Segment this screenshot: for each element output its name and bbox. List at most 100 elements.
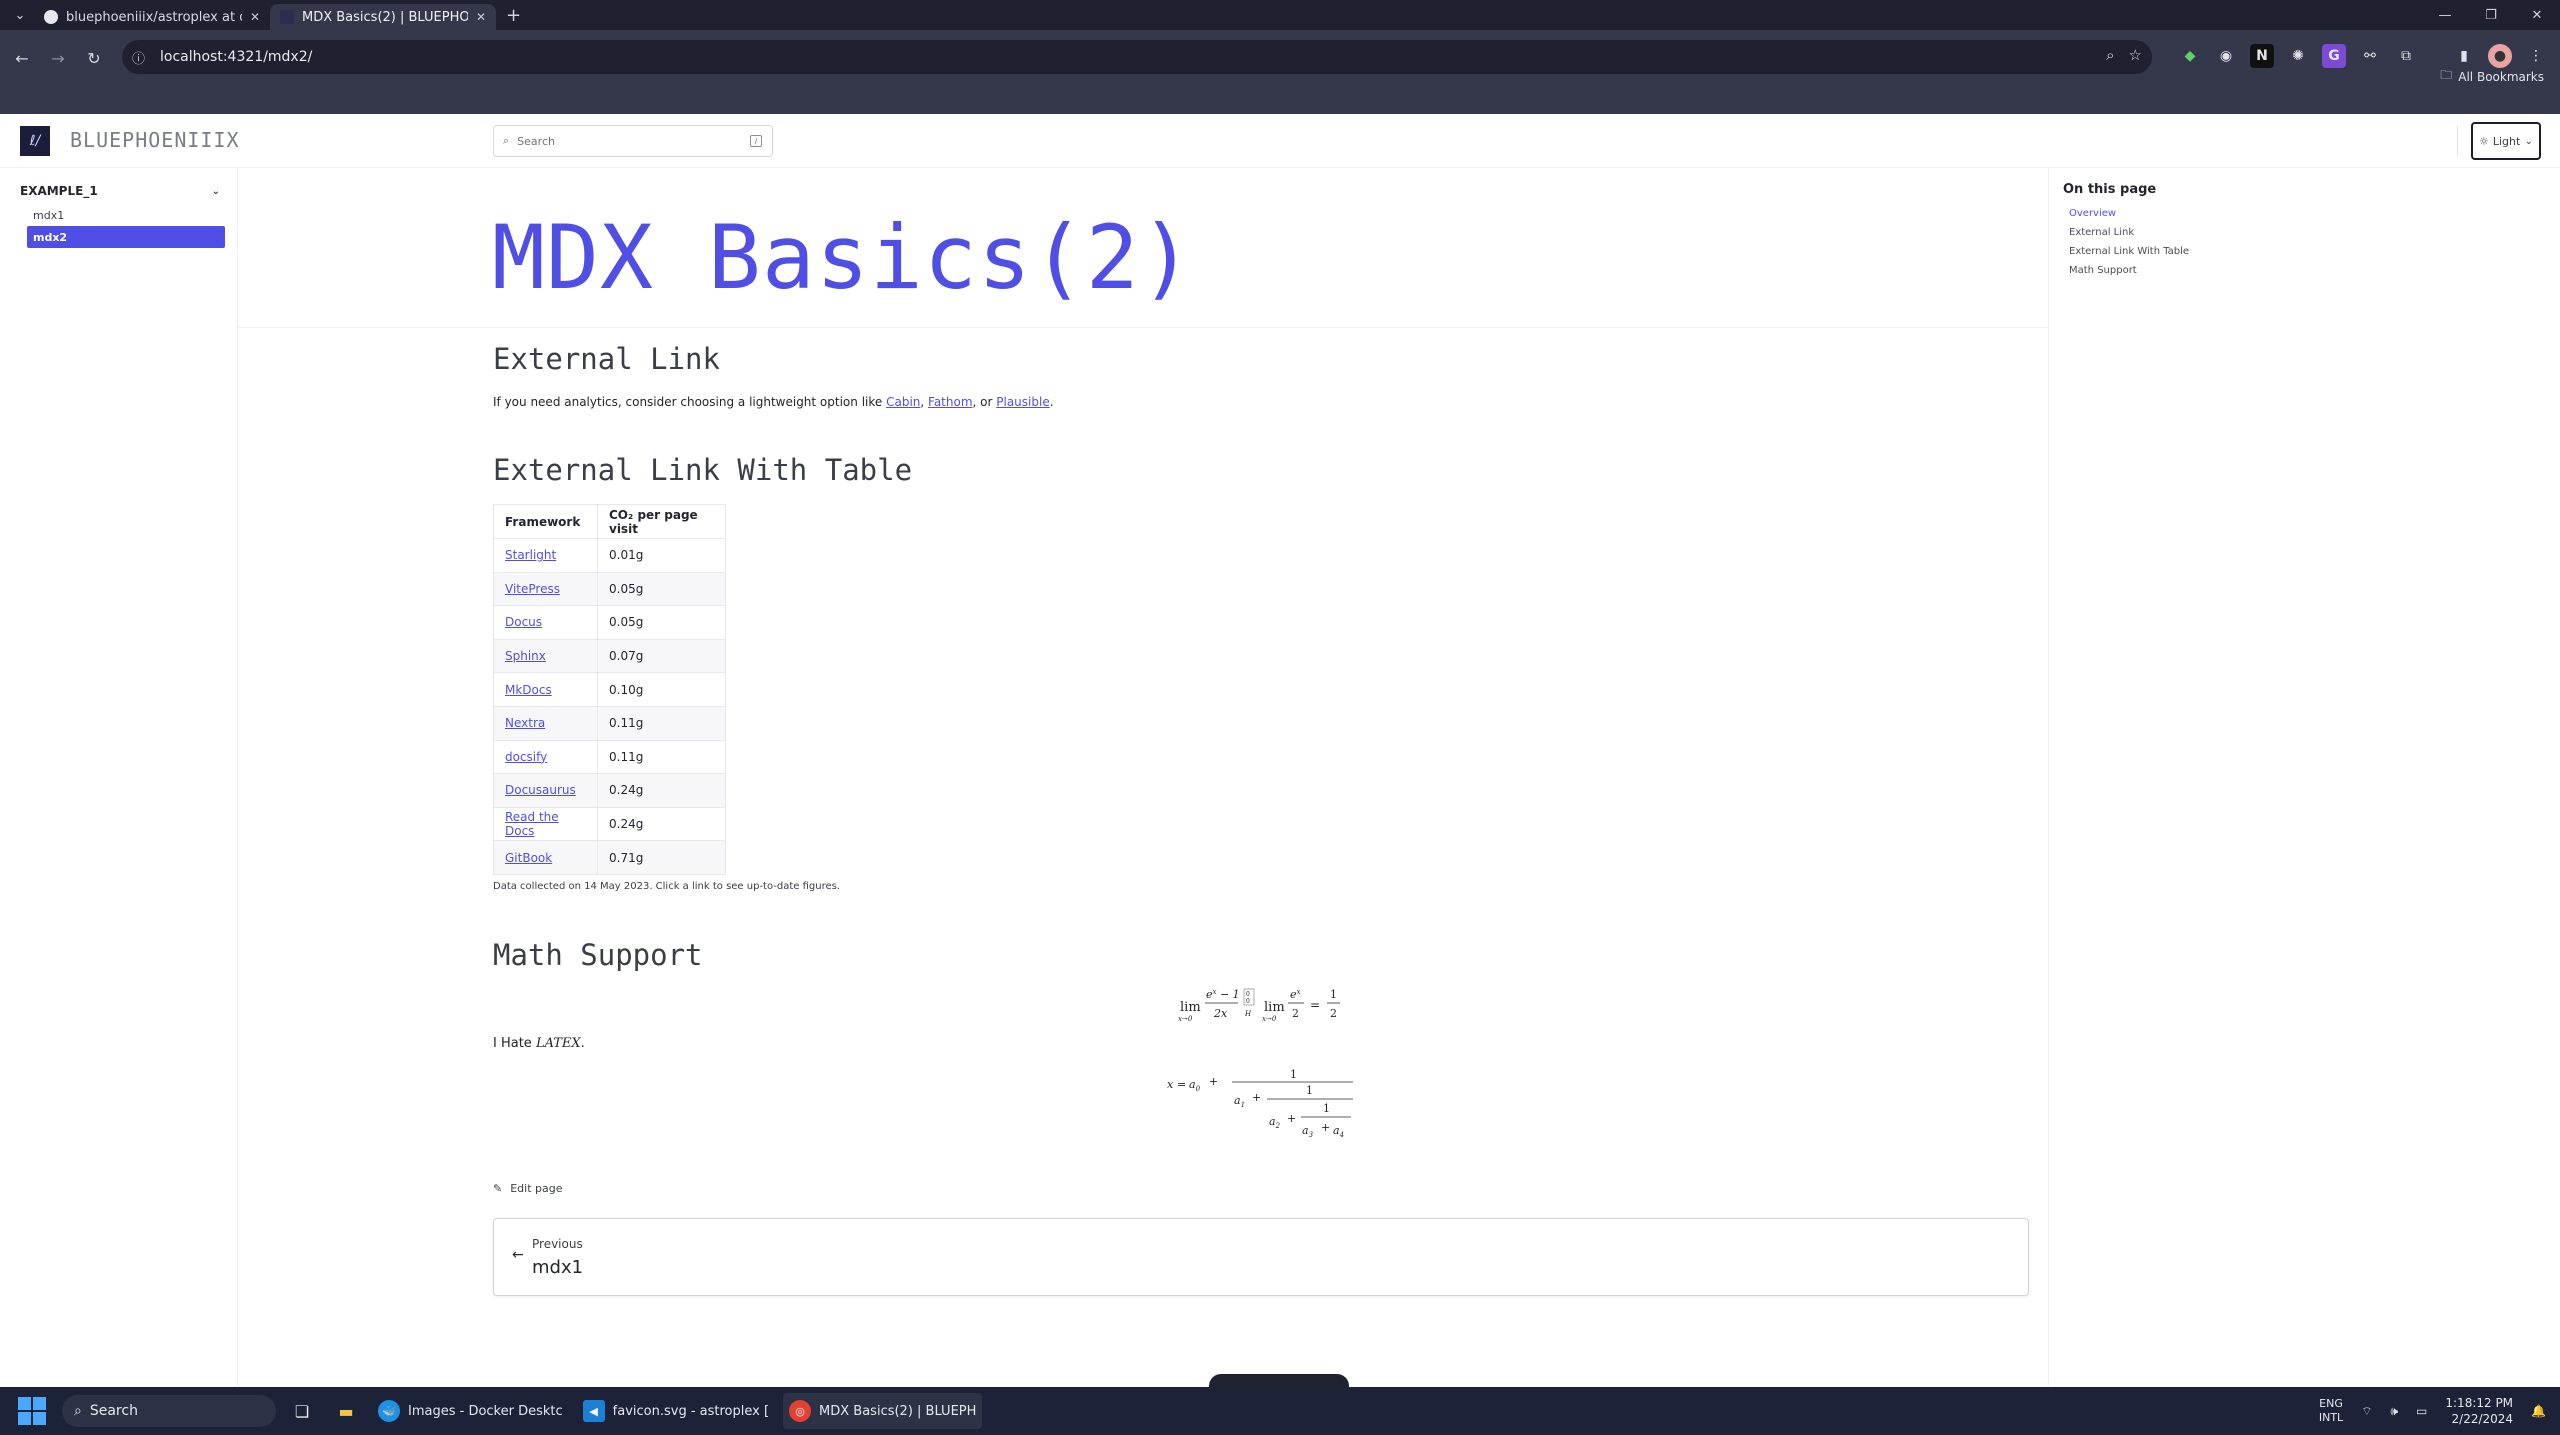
framework-link[interactable]: MkDocs	[505, 683, 552, 697]
link-cabin[interactable]: Cabin	[886, 395, 920, 409]
url-text[interactable]: localhost:4321/mdx2/	[160, 49, 312, 65]
taskbar-search[interactable]: ⌕ Search	[62, 1395, 276, 1427]
toc-item-overview[interactable]: Overview	[2069, 208, 2116, 219]
toc-item-external-link[interactable]: External Link	[2069, 227, 2134, 238]
windows-start-icon[interactable]	[18, 1397, 46, 1425]
co2-value: 0.01g	[597, 538, 726, 573]
extension-camera-icon[interactable]: ◉	[2214, 44, 2238, 68]
co2-value: 0.11g	[597, 705, 726, 741]
clock[interactable]: 1:18:12 PM 2/22/2024	[2445, 1395, 2513, 1427]
sidebar-item-mdx2[interactable]: mdx2	[27, 226, 225, 248]
framework-link[interactable]: Docus	[505, 615, 542, 629]
browser-tab-mdx2[interactable]: MDX Basics(2) | BLUEPHOENIIIX ✕	[270, 4, 496, 30]
site-info-icon[interactable]: ⓘ	[132, 48, 150, 67]
svg-text:2: 2	[1292, 1007, 1299, 1020]
bookmark-star-icon[interactable]: ☆	[2129, 46, 2142, 64]
task-view-icon[interactable]: ❏	[284, 1393, 320, 1429]
notification-bell-icon[interactable]: 🔔	[2531, 1404, 2546, 1418]
svg-text:+: +	[1209, 1075, 1218, 1088]
framework-link[interactable]: docsify	[505, 750, 547, 764]
extension-link-icon[interactable]: ⚯	[2358, 44, 2382, 68]
co2-value: 0.24g	[597, 773, 726, 808]
analytics-paragraph: If you need analytics, consider choosing…	[493, 395, 1054, 409]
all-bookmarks[interactable]: 🗀 All Bookmarks	[2440, 66, 2544, 87]
tab-search-chevron-icon[interactable]: ⌄	[6, 3, 34, 27]
svg-text:1: 1	[1323, 1102, 1330, 1115]
forward-icon[interactable]: →	[44, 44, 72, 72]
taskbar-app-vscode[interactable]: ◀ favicon.svg - astroplex [	[577, 1393, 775, 1429]
extensions-puzzle-icon[interactable]: ⧉	[2394, 44, 2418, 68]
page-hero: MDX Basics(2)	[238, 168, 2048, 328]
site-title[interactable]: BLUEPHOENIIIX	[70, 128, 240, 152]
link-plausible[interactable]: Plausible	[996, 395, 1049, 409]
volume-icon[interactable]: 🕪	[2390, 1404, 2398, 1419]
svg-text:+: +	[1321, 1121, 1330, 1134]
extension-n-icon[interactable]: N	[2250, 44, 2274, 68]
framework-cell: Read the Docs	[493, 806, 598, 842]
co2-value: 0.24g	[597, 806, 726, 842]
profile-avatar-icon[interactable]: ●	[2488, 44, 2512, 68]
close-window-icon[interactable]: ✕	[2514, 0, 2560, 30]
svg-text:a3: a3	[1302, 1124, 1314, 1139]
framework-link[interactable]: GitBook	[505, 851, 552, 865]
toc-item-external-link-with-table[interactable]: External Link With Table	[2069, 246, 2189, 257]
file-explorer-icon[interactable]: ▬	[328, 1393, 364, 1429]
extension-leaf-icon[interactable]: ◆	[2178, 44, 2202, 68]
battery-icon[interactable]: ▭	[2416, 1404, 2427, 1418]
browser-menu-icon[interactable]: ⋮	[2524, 44, 2548, 68]
sidebar-item-mdx1[interactable]: mdx1	[27, 204, 225, 226]
taskbar-app-chrome[interactable]: ◎ MDX Basics(2) | BLUEPH	[783, 1393, 983, 1429]
new-tab-button[interactable]: +	[506, 5, 521, 26]
taskbar-app-docker[interactable]: 🐳 Images - Docker Desktc	[372, 1393, 569, 1429]
reload-icon[interactable]: ↻	[80, 44, 108, 72]
svg-text:=: =	[1310, 998, 1320, 1012]
framework-link[interactable]: VitePress	[505, 582, 560, 596]
frameworks-table: Framework CO₂ per page visit Starlight 0.…	[493, 504, 726, 875]
browser-toolbar: ← → ↻ ⓘ localhost:4321/mdx2/ ⌕ ☆ ◆ ◉ N ✺…	[0, 30, 2560, 86]
latex-text-prefix: I Hate	[493, 1036, 536, 1051]
separator: ,	[920, 395, 929, 409]
address-bar[interactable]: ⓘ localhost:4321/mdx2/ ⌕ ☆	[122, 40, 2152, 74]
link-fathom[interactable]: Fathom	[928, 395, 973, 409]
sidebar-group-example-1[interactable]: EXAMPLE_1 ⌄	[20, 184, 220, 198]
window-controls: — ❐ ✕	[2422, 0, 2560, 30]
site-favicon-icon	[280, 10, 294, 24]
svg-text:x→0: x→0	[1262, 1015, 1277, 1023]
framework-link[interactable]: Read the Docs	[505, 810, 559, 838]
docker-icon: 🐳	[378, 1400, 400, 1422]
extension-react-icon[interactable]: ✺	[2286, 44, 2310, 68]
pencil-icon: ✎	[493, 1182, 503, 1195]
table-row: GitBook 0.71g	[493, 840, 726, 875]
extension-g-icon[interactable]: G	[2322, 44, 2346, 68]
edit-page-link[interactable]: ✎ Edit page	[493, 1182, 563, 1195]
system-tray: ENG INTL ⌔ 🕪 ▭ 1:18:12 PM 2/22/2024 🔔	[2319, 1387, 2546, 1435]
previous-page-link[interactable]: ← Previous mdx1	[493, 1218, 2029, 1296]
browser-tab-github[interactable]: bluephoeniiix/astroplex at dev ✕	[34, 4, 270, 30]
close-icon[interactable]: ✕	[250, 10, 260, 24]
side-panel-icon[interactable]: ▮	[2452, 44, 2476, 68]
framework-link[interactable]: Docusaurus	[505, 783, 576, 797]
zoom-icon[interactable]: ⌕	[2106, 46, 2114, 64]
column-header-framework: Framework	[493, 504, 598, 539]
framework-link[interactable]: Sphinx	[505, 649, 546, 663]
paragraph-end: .	[1049, 395, 1054, 409]
restore-icon[interactable]: ❐	[2468, 0, 2514, 30]
table-row: Starlight 0.01g	[493, 538, 726, 573]
site-logo[interactable]: ℓ/	[20, 126, 50, 156]
svg-text:0: 0	[1246, 991, 1250, 998]
svg-text:ex − 1: ex − 1	[1206, 988, 1240, 1001]
framework-link[interactable]: Starlight	[505, 548, 556, 562]
header-divider	[2457, 126, 2458, 156]
toc-item-math-support[interactable]: Math Support	[2069, 265, 2137, 276]
minimize-icon[interactable]: —	[2422, 0, 2468, 30]
theme-select[interactable]: ☼ Light ⌄	[2471, 122, 2541, 160]
wifi-icon[interactable]: ⌔	[2361, 1404, 2372, 1419]
close-icon[interactable]: ✕	[476, 10, 486, 24]
framework-link[interactable]: Nextra	[505, 716, 545, 730]
back-icon[interactable]: ←	[8, 44, 36, 72]
search-button[interactable]: ⌕ Search /	[493, 125, 773, 157]
co2-value: 0.05g	[597, 571, 726, 607]
column-header-co2: CO₂ per page visit	[597, 504, 726, 539]
input-language[interactable]: ENG INTL	[2319, 1397, 2343, 1425]
clock-time: 1:18:12 PM	[2445, 1396, 2514, 1410]
